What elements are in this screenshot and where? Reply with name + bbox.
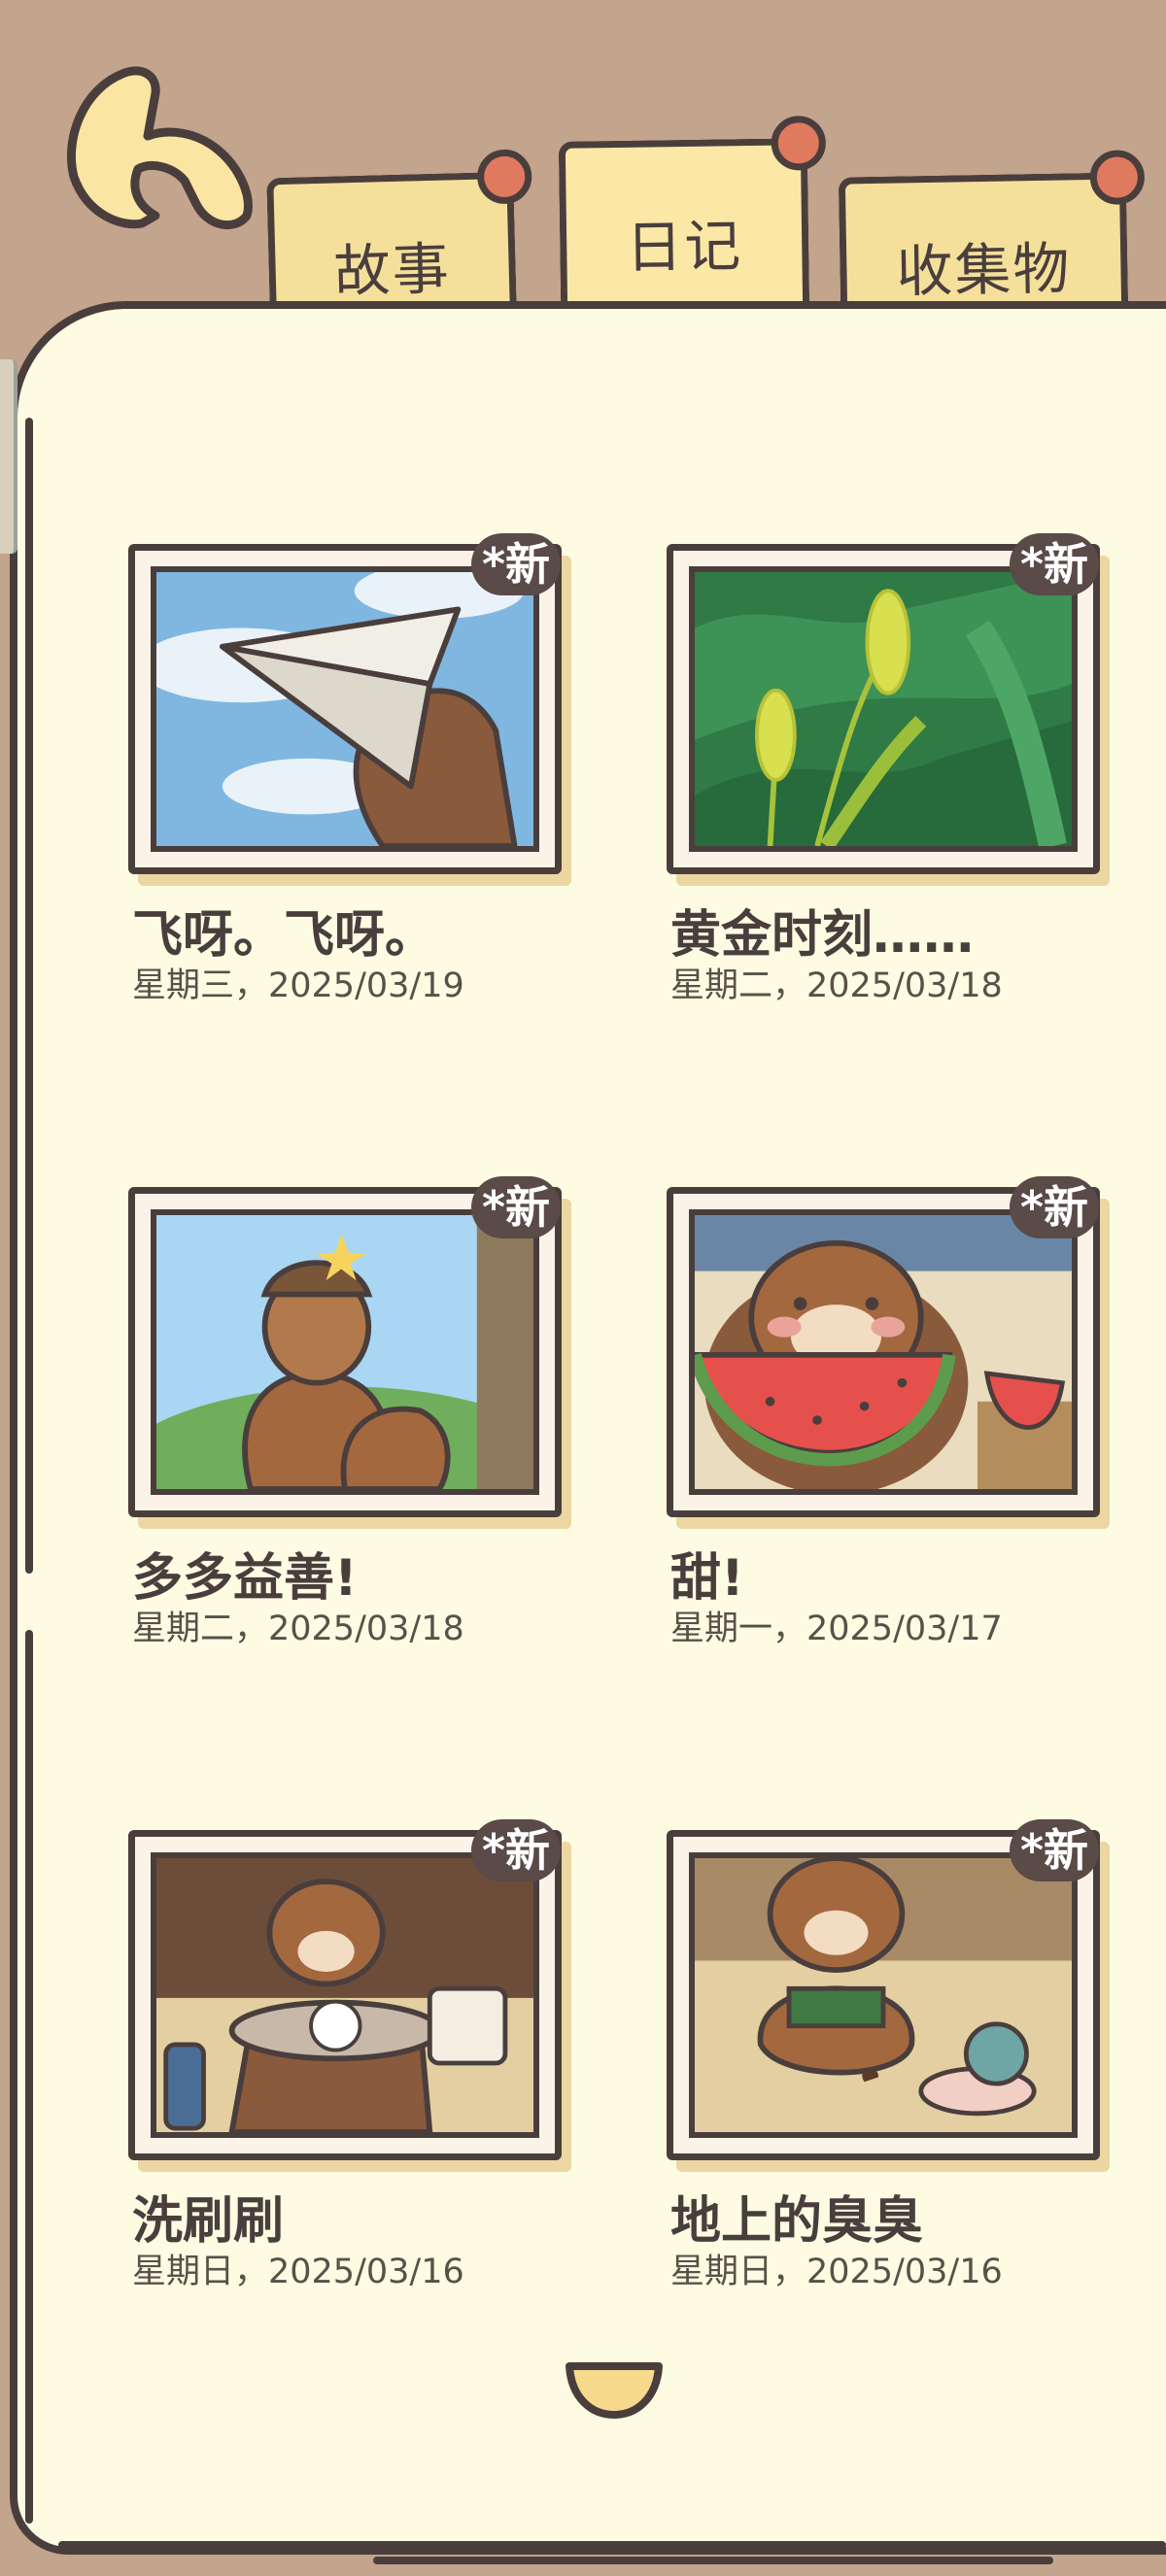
diary-entry-card[interactable]: *新 飞呀。飞呀。 星期三，2025/03/19 — [128, 533, 566, 1005]
tab-label: 收集物 — [895, 235, 1073, 305]
entry-title: 飞呀。飞呀。 — [132, 906, 436, 965]
entry-title: 地上的臭臭 — [670, 2192, 924, 2251]
page-bottom-line — [58, 2541, 1166, 2549]
entry-image-squirrel-washing — [151, 1852, 539, 2138]
back-arrow-icon[interactable] — [54, 60, 258, 254]
scroll-down-icon[interactable] — [564, 2358, 665, 2423]
new-badge: *新 — [471, 1176, 561, 1238]
entry-image-foxtail-grass — [689, 566, 1078, 852]
tab-diary[interactable]: 日记 — [558, 115, 827, 317]
photo-frame: *新 — [667, 533, 1100, 874]
new-badge: *新 — [1010, 1176, 1099, 1238]
photo-frame: *新 — [128, 533, 562, 874]
entry-date: 星期二，2025/03/18 — [132, 1610, 464, 1648]
entry-title: 甜! — [670, 1549, 744, 1608]
photo-frame: *新 — [667, 1176, 1100, 1517]
new-badge: *新 — [1010, 533, 1099, 595]
entry-date: 星期三，2025/03/19 — [132, 966, 464, 1005]
diary-entry-card[interactable]: *新 甜! 星期一，2025/03/17 — [667, 1176, 1104, 1648]
tab-label: 故事 — [332, 235, 452, 305]
entry-image-squirrel-snail — [689, 1852, 1078, 2138]
diary-entry-card[interactable]: *新 地上的臭臭 星期日，2025/03/16 — [667, 1819, 1104, 2291]
entry-image-squirrel-acorn — [151, 1209, 539, 1495]
photo-frame: *新 — [128, 1176, 562, 1517]
new-badge: *新 — [471, 533, 561, 595]
diary-entry-card[interactable]: *新 洗刷刷 星期日，2025/03/16 — [128, 1819, 566, 2291]
page-bottom-line — [373, 2557, 1053, 2564]
diary-entry-card[interactable]: *新 多多益善! 星期二，2025/03/18 — [128, 1176, 566, 1648]
entry-title: 多多益善! — [132, 1549, 358, 1608]
entry-title: 黄金时刻…… — [670, 906, 975, 965]
entry-date: 星期日，2025/03/16 — [670, 2253, 1003, 2291]
new-badge: *新 — [1010, 1819, 1099, 1881]
photo-frame: *新 — [667, 1819, 1100, 2160]
tab-collectibles[interactable]: 收集物 — [838, 150, 1146, 316]
entry-date: 星期一，2025/03/17 — [670, 1610, 1003, 1648]
diary-entry-card[interactable]: *新 黄金时刻…… 星期二，2025/03/18 — [667, 533, 1104, 1005]
tab-label: 日记 — [625, 213, 743, 281]
entry-date: 星期二，2025/03/18 — [670, 966, 1003, 1005]
page-spine — [25, 418, 33, 1574]
entry-image-paper-plane — [151, 566, 539, 852]
page-spine — [25, 1630, 33, 2524]
photo-frame: *新 — [128, 1819, 562, 2160]
entry-date: 星期日，2025/03/16 — [132, 2253, 464, 2291]
new-badge: *新 — [471, 1819, 561, 1881]
entry-image-squirrel-watermelon — [689, 1209, 1078, 1495]
tab-story[interactable]: 故事 — [266, 149, 532, 317]
page-edge — [0, 359, 17, 554]
entry-title: 洗刷刷 — [132, 2192, 285, 2251]
